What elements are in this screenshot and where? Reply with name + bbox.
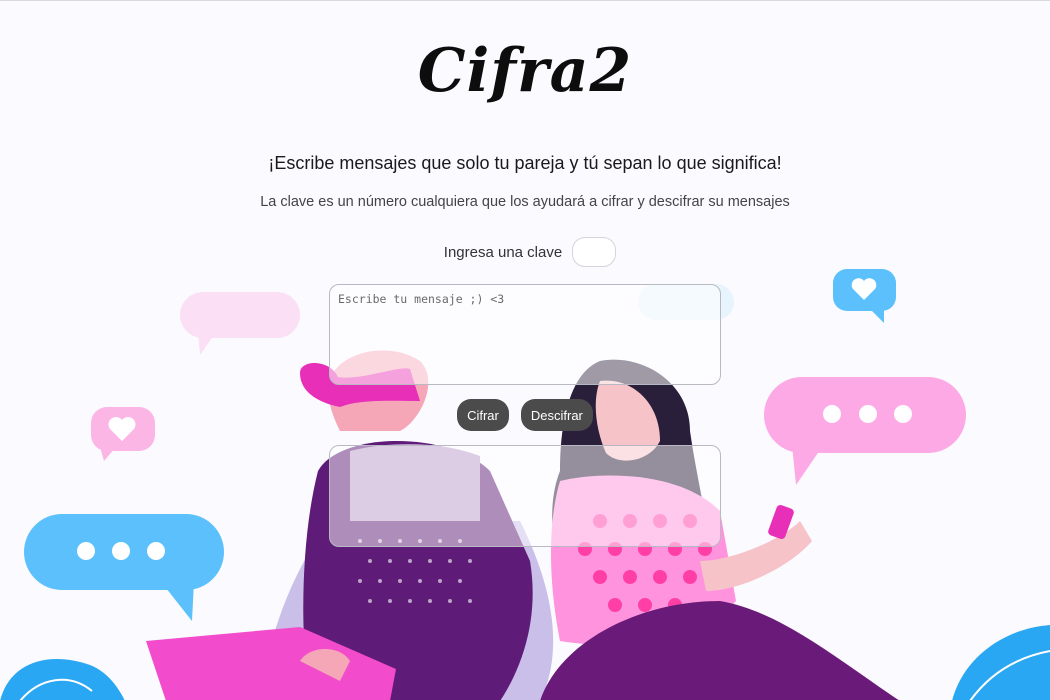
leaf-right-icon <box>952 625 1050 700</box>
chat-bubble-pale-pink-icon <box>180 292 300 355</box>
typing-bubble-blue-icon <box>24 514 224 621</box>
page-headline: ¡Escribe mensajes que solo tu pareja y t… <box>268 153 782 173</box>
page-subtitle: La clave es un número cualquiera que los… <box>260 194 790 210</box>
key-label: Ingresa una clave <box>443 243 563 261</box>
decipher-button[interactable]: Descifrar <box>520 399 593 431</box>
leaf-left-icon <box>0 659 125 700</box>
heart-bubble-blue-icon <box>833 269 896 323</box>
key-row: Ingresa una clave <box>0 237 1050 267</box>
page: Cifra2 ¡Escribe mensajes que solo tu par… <box>0 0 1050 700</box>
key-input[interactable] <box>572 237 617 267</box>
message-input[interactable] <box>329 284 721 385</box>
output-textarea[interactable] <box>329 445 721 547</box>
cipher-button[interactable]: Cifrar <box>457 399 509 431</box>
action-buttons: Cifrar Descifrar <box>0 399 1050 431</box>
app-logo: Cifra2 <box>417 36 633 106</box>
typing-bubble-pink-icon <box>764 377 966 485</box>
